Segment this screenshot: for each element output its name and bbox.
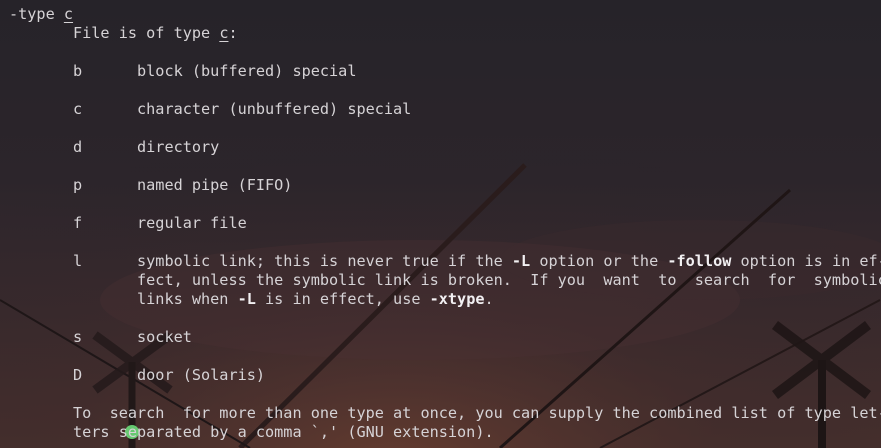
line-text: c character (unbuffered) special xyxy=(9,100,412,118)
line-text: File is of type xyxy=(9,24,220,42)
terminal-line: d directory xyxy=(9,138,219,157)
terminal-line: File is of type c: xyxy=(9,24,238,43)
underlined-arg-text: c xyxy=(63,5,74,23)
terminal-line: b block (buffered) special xyxy=(9,62,356,81)
line-text: s socket xyxy=(9,328,192,346)
terminal-line: D door (Solaris) xyxy=(9,366,265,385)
line-text: D door (Solaris) xyxy=(9,366,266,384)
terminal-line: links when -L is in effect, use -xtype. xyxy=(9,290,494,309)
line-text: ters separated by a comma `,' (GNU exten… xyxy=(9,423,494,441)
line-text: p named pipe (FIFO) xyxy=(9,176,293,194)
line-text: l symbolic link; this is never true if t… xyxy=(9,252,512,270)
line-text: links when xyxy=(9,290,238,308)
line-text: is in effect, use xyxy=(255,290,430,308)
line-text: To search for more than one type at once… xyxy=(9,404,881,422)
bold-option-text: -L xyxy=(237,290,256,308)
terminal-line: fect, unless the symbolic link is broken… xyxy=(9,271,881,290)
terminal-line: -type c xyxy=(9,5,73,24)
line-text: option is in ef- xyxy=(731,252,881,270)
line-text: b block (buffered) special xyxy=(9,62,357,80)
line-text: f regular file xyxy=(9,214,247,232)
line-text: d directory xyxy=(9,138,220,156)
terminal-line: c character (unbuffered) special xyxy=(9,100,411,119)
line-text: . xyxy=(484,290,494,308)
terminal-line: l symbolic link; this is never true if t… xyxy=(9,252,881,271)
terminal-line: ters separated by a comma `,' (GNU exten… xyxy=(9,423,494,442)
line-text: fect, unless the symbolic link is broken… xyxy=(9,271,881,289)
terminal-line: To search for more than one type at once… xyxy=(9,404,881,423)
line-text: option or the xyxy=(530,252,668,270)
terminal-line: s socket xyxy=(9,328,192,347)
bold-option-text: -xtype xyxy=(429,290,485,308)
terminal-window[interactable]: -type c File is of type c: b block (buff… xyxy=(0,0,881,448)
line-text: -type xyxy=(9,5,64,23)
terminal-line: p named pipe (FIFO) xyxy=(9,176,292,195)
line-text: : xyxy=(228,24,238,42)
bold-option-text: -follow xyxy=(667,252,732,270)
terminal-line: f regular file xyxy=(9,214,247,233)
bold-option-text: -L xyxy=(511,252,531,270)
